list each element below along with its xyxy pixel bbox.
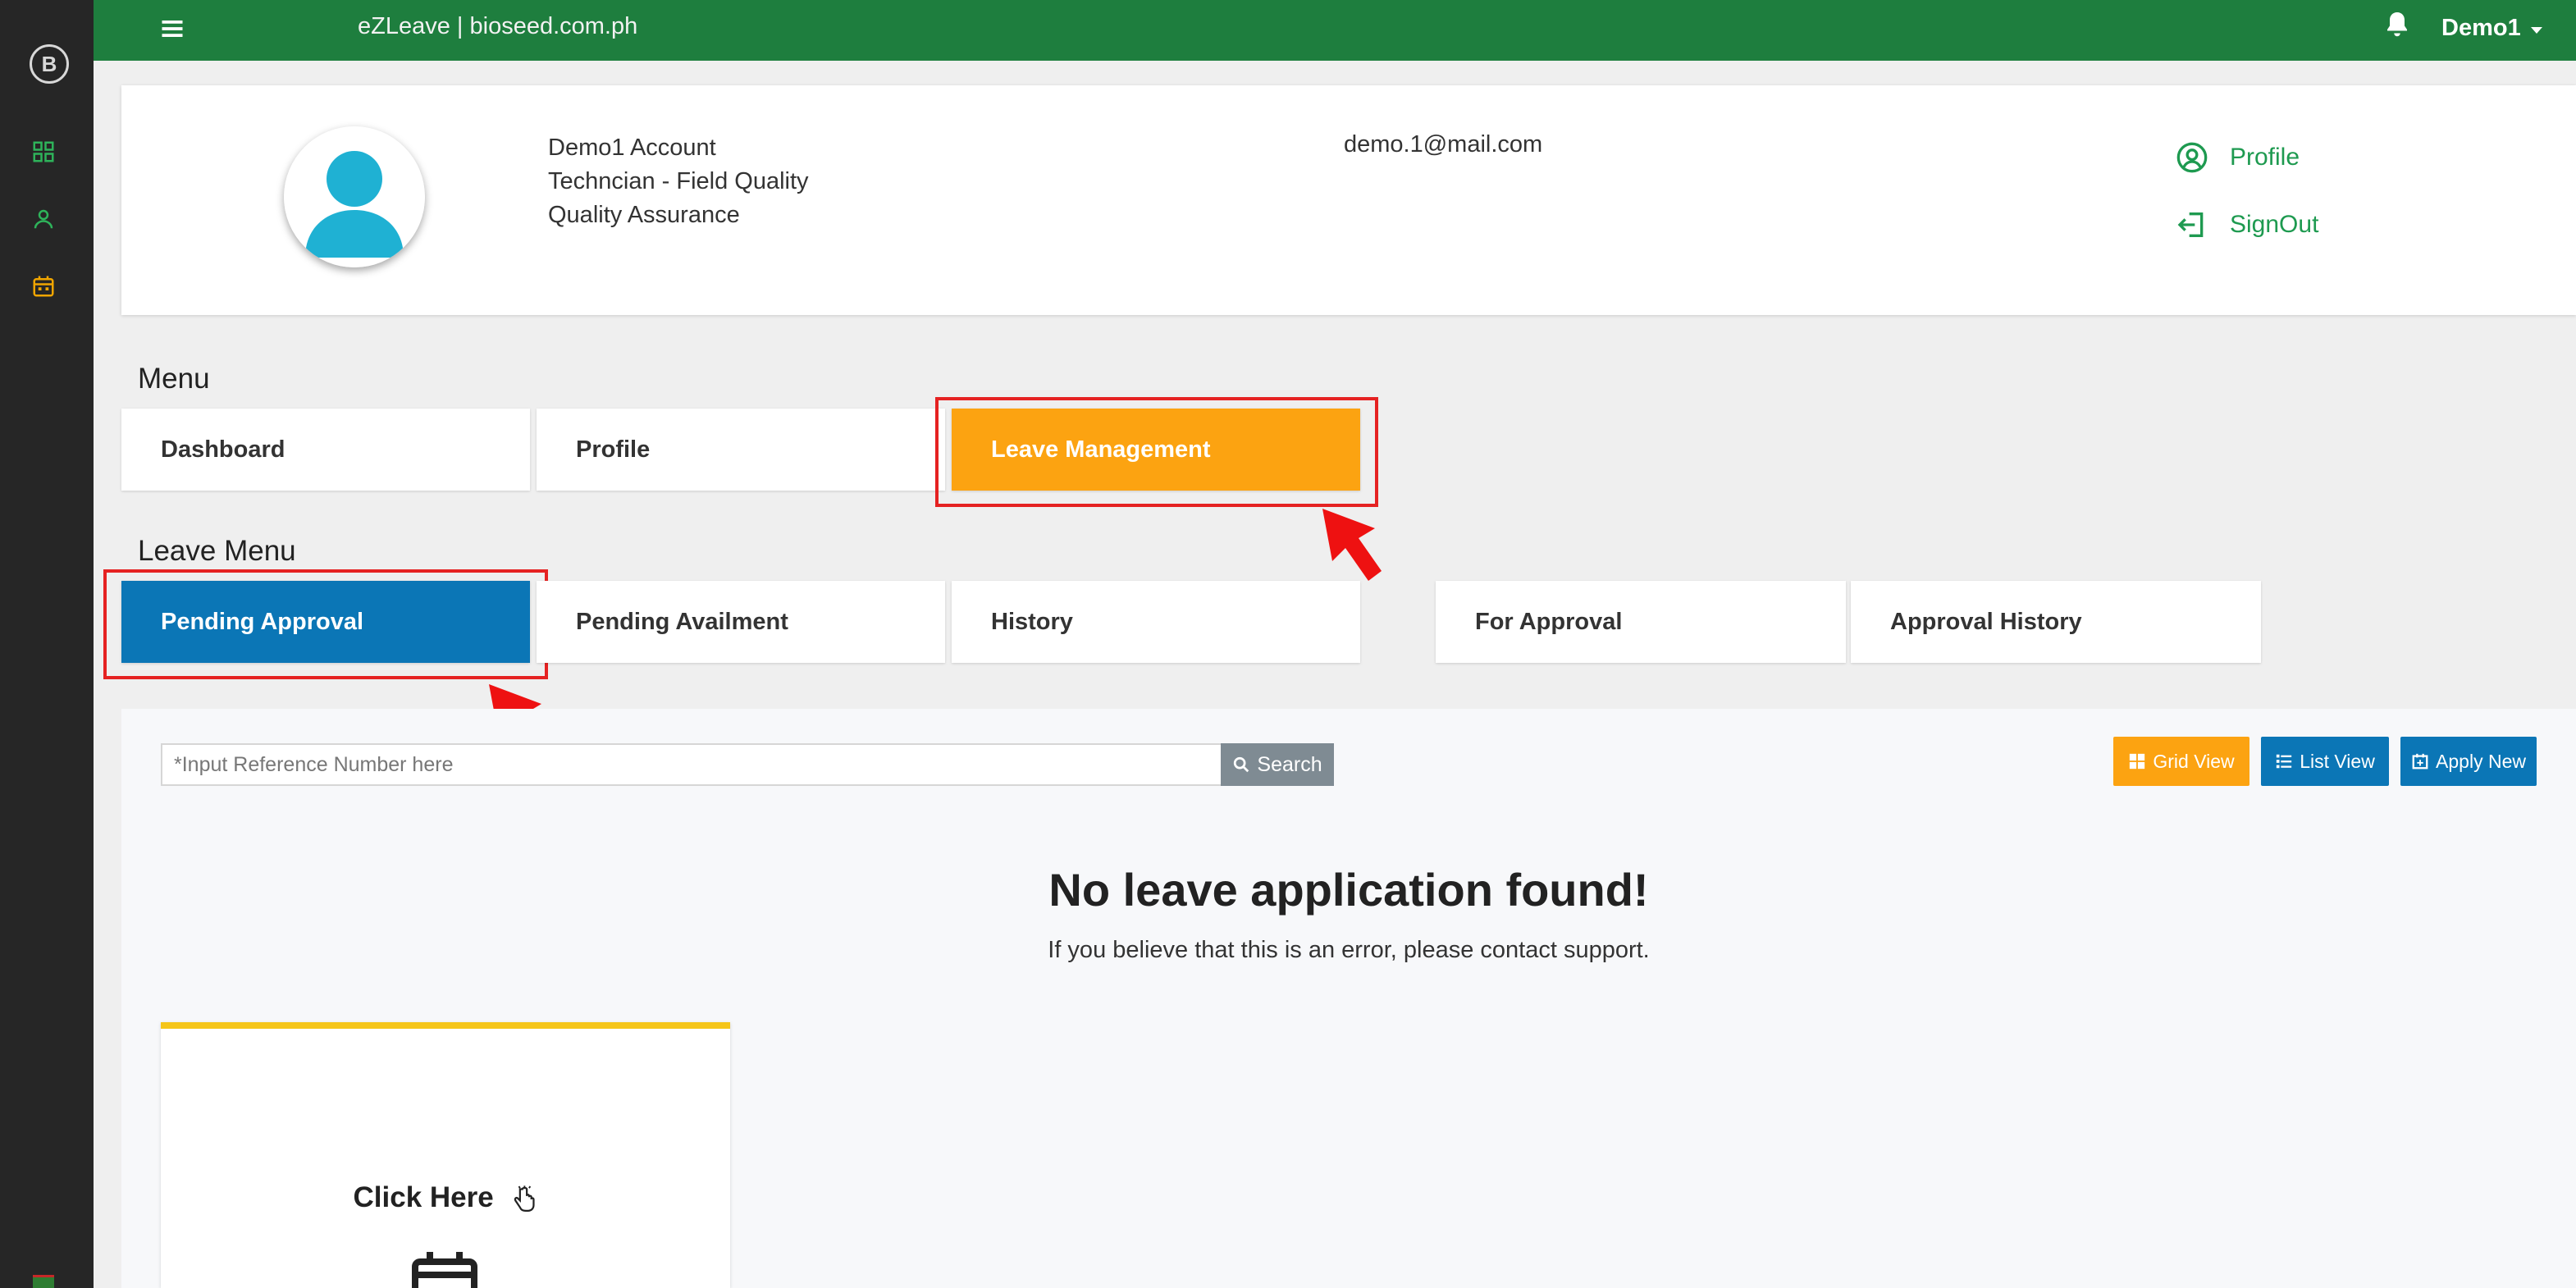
avatar: [284, 126, 425, 267]
profile-details: Demo1 Account Techncian - Field Quality …: [548, 131, 809, 232]
signout-link-label: SignOut: [2230, 211, 2319, 238]
list-view-label: List View: [2300, 750, 2375, 772]
search-button-label: Search: [1257, 752, 1322, 776]
profile-position: Techncian - Field Quality: [548, 168, 809, 194]
signout-link[interactable]: SignOut: [2176, 208, 2318, 241]
reference-search-input[interactable]: [161, 743, 1222, 786]
user-menu-dropdown[interactable]: Demo1: [2441, 15, 2542, 42]
leave-menu-approval-history[interactable]: Approval History: [1851, 581, 2261, 663]
grid-view-label: Grid View: [2153, 750, 2235, 772]
calendar-icon[interactable]: [31, 274, 56, 299]
menu-profile[interactable]: Profile: [537, 409, 945, 491]
top-navbar: eZLeave | bioseed.com.ph Demo1: [94, 0, 2576, 61]
profile-card: Demo1 Account Techncian - Field Quality …: [121, 85, 2576, 315]
apply-leave-card[interactable]: Click Here: [161, 1022, 730, 1288]
sidebar: B: [0, 0, 94, 1288]
hamburger-menu-icon[interactable]: [159, 16, 185, 41]
profile-link[interactable]: Profile: [2176, 141, 2300, 174]
click-here-text: Click Here: [353, 1181, 494, 1213]
empty-state-subtitle: If you believe that this is an error, pl…: [1048, 937, 1650, 963]
sign-out-icon: [2177, 212, 2204, 237]
click-here-label: Click Here: [161, 1181, 730, 1214]
user-icon[interactable]: [31, 207, 56, 231]
calendar-plus-icon: [2412, 753, 2428, 770]
corner-mark: [33, 1275, 54, 1288]
profile-email: demo.1@mail.com: [1344, 131, 1543, 158]
list-view-button[interactable]: List View: [2261, 737, 2389, 786]
leave-menu-for-approval[interactable]: For Approval: [1436, 581, 1846, 663]
grid-icon: [2130, 753, 2145, 770]
profile-department: Quality Assurance: [548, 202, 740, 228]
logo-icon[interactable]: B: [30, 44, 69, 84]
leave-menu-history[interactable]: History: [952, 581, 1360, 663]
notification-bell-icon[interactable]: [2382, 8, 2412, 41]
search-icon: [1234, 756, 1249, 773]
apply-new-button[interactable]: Apply New: [2400, 737, 2537, 786]
app-title: eZLeave | bioseed.com.ph: [358, 13, 638, 39]
menu-title: Menu: [138, 363, 210, 395]
user-circle-icon: [2176, 142, 2208, 173]
chevron-down-icon: [2530, 26, 2542, 34]
leave-menu-title: Leave Menu: [138, 535, 296, 567]
red-arrow-icon: [1322, 509, 1382, 581]
calendar-icon: [412, 1252, 477, 1288]
menu-dashboard[interactable]: Dashboard: [121, 409, 530, 491]
leave-menu-pending-availment[interactable]: Pending Availment: [537, 581, 945, 663]
list-icon: [2277, 754, 2292, 769]
menu-leave-management[interactable]: Leave Management: [952, 409, 1360, 491]
profile-link-label: Profile: [2230, 144, 2300, 171]
search-button[interactable]: Search: [1221, 743, 1334, 786]
profile-name: Demo1 Account: [548, 135, 716, 161]
user-name: Demo1: [2441, 15, 2521, 41]
empty-state-title: No leave application found!: [1048, 864, 1649, 916]
leave-menu-pending-approval[interactable]: Pending Approval: [121, 581, 530, 663]
apply-new-label: Apply New: [2436, 750, 2526, 772]
dashboard-icon[interactable]: [31, 139, 56, 164]
grid-view-button[interactable]: Grid View: [2113, 737, 2249, 786]
user-avatar-icon: [284, 126, 425, 267]
hand-pointer-icon: [514, 1185, 536, 1212]
